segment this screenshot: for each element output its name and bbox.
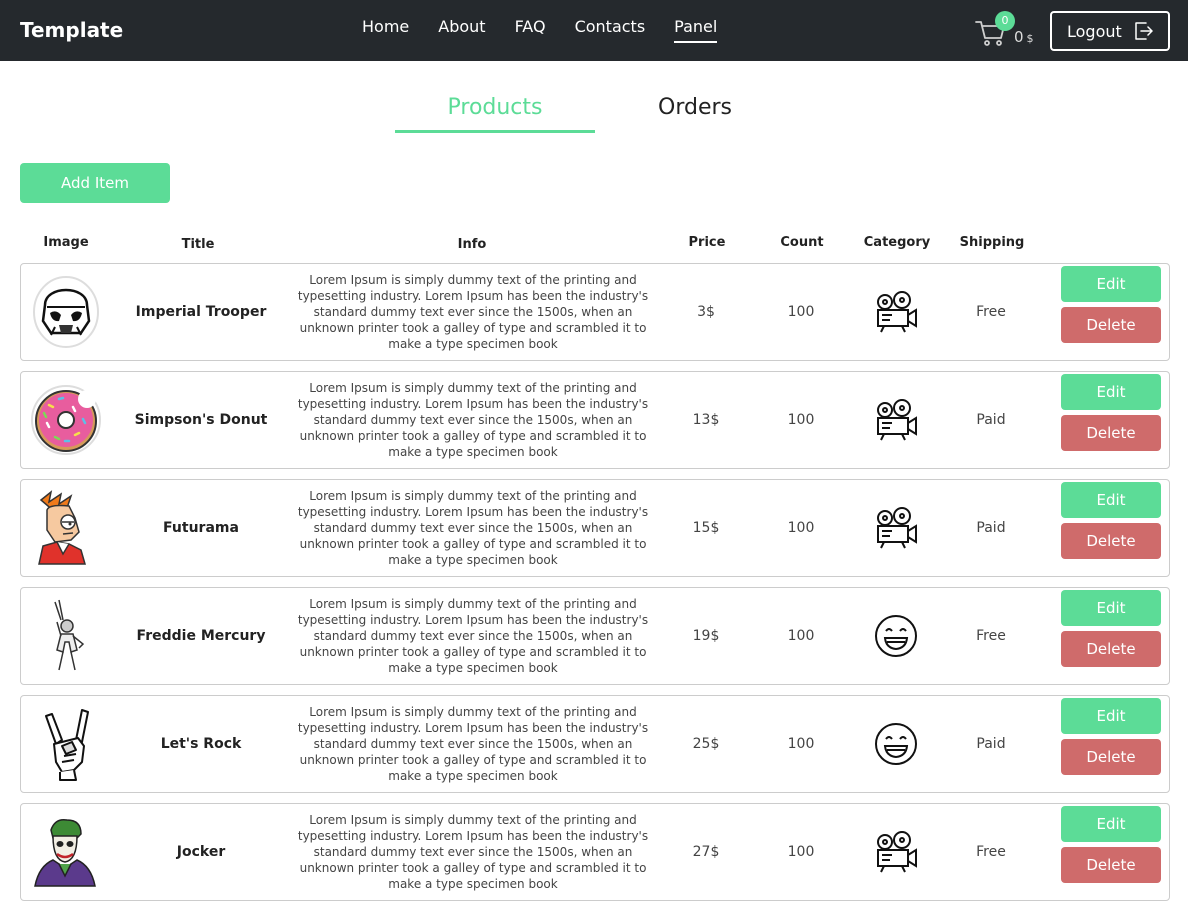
product-info: Lorem Ipsum is simply dummy text of the …: [297, 813, 649, 891]
product-count: 100: [787, 412, 815, 428]
product-image-cell: [25, 372, 107, 468]
delete-button[interactable]: Delete: [1061, 739, 1161, 775]
product-price: 19$: [692, 628, 720, 644]
column-price: Price: [688, 235, 726, 250]
product-image-cell: [25, 804, 107, 900]
product-count: 100: [787, 304, 815, 320]
product-row: Imperial Trooper Lorem Ipsum is simply d…: [20, 263, 1170, 361]
nav-faq[interactable]: FAQ: [515, 17, 546, 43]
product-shipping: Paid: [976, 736, 1006, 752]
product-info: Lorem Ipsum is simply dummy text of the …: [297, 705, 649, 783]
product-image-cell: [25, 696, 107, 792]
donut-sticker-icon: [31, 385, 101, 455]
category-cell: [861, 264, 931, 360]
projector-icon: [877, 291, 917, 333]
category-cell: [861, 696, 931, 792]
product-count: 100: [787, 520, 815, 536]
product-shipping: Free: [976, 628, 1006, 644]
product-title: Imperial Trooper: [135, 304, 267, 320]
product-image-cell: [25, 588, 107, 684]
column-image: Image: [43, 235, 89, 250]
logout-button[interactable]: Logout: [1050, 11, 1170, 51]
product-count: 100: [787, 736, 815, 752]
edit-button[interactable]: Edit: [1061, 266, 1161, 302]
product-info: Lorem Ipsum is simply dummy text of the …: [297, 381, 649, 459]
delete-button[interactable]: Delete: [1061, 631, 1161, 667]
cart-total: 0 $: [1014, 28, 1034, 46]
column-shipping: Shipping: [959, 235, 1025, 250]
product-title: Freddie Mercury: [136, 628, 266, 644]
nav-contacts[interactable]: Contacts: [575, 17, 646, 43]
projector-icon: [877, 399, 917, 441]
column-count: Count: [780, 235, 824, 250]
nav-home[interactable]: Home: [362, 17, 409, 43]
logout-label: Logout: [1067, 21, 1122, 41]
category-cell: [861, 480, 931, 576]
delete-button[interactable]: Delete: [1061, 307, 1161, 343]
nav-panel[interactable]: Panel: [674, 17, 718, 43]
product-price: 25$: [692, 736, 720, 752]
product-title: Futurama: [163, 520, 239, 536]
freddie-sticker-icon: [54, 599, 85, 671]
product-row: Freddie Mercury Lorem Ipsum is simply du…: [20, 587, 1170, 685]
tab-products[interactable]: Products: [395, 93, 595, 133]
edit-button[interactable]: Edit: [1061, 698, 1161, 734]
edit-button[interactable]: Edit: [1061, 374, 1161, 410]
rock-hand-sticker-icon: [45, 709, 89, 781]
edit-button[interactable]: Edit: [1061, 482, 1161, 518]
product-shipping: Free: [976, 844, 1006, 860]
fry-sticker-icon: [38, 490, 86, 565]
column-info: Info: [457, 237, 487, 252]
edit-button[interactable]: Edit: [1061, 590, 1161, 626]
product-price: 3$: [697, 304, 715, 320]
category-cell: [861, 588, 931, 684]
product-price: 15$: [692, 520, 720, 536]
product-info: Lorem Ipsum is simply dummy text of the …: [297, 489, 649, 567]
tab-orders[interactable]: Orders: [595, 93, 795, 133]
cart-total-value: 0: [1014, 28, 1024, 46]
product-row: Simpson's Donut Lorem Ipsum is simply du…: [20, 371, 1170, 469]
product-shipping: Free: [976, 304, 1006, 320]
column-title: Title: [181, 237, 215, 252]
product-title: Jocker: [176, 844, 226, 860]
delete-button[interactable]: Delete: [1061, 415, 1161, 451]
product-title: Let's Rock: [160, 736, 242, 752]
product-image-cell: [25, 264, 107, 360]
product-count: 100: [787, 844, 815, 860]
product-info: Lorem Ipsum is simply dummy text of the …: [297, 273, 649, 351]
product-row: Let's Rock Lorem Ipsum is simply dummy t…: [20, 695, 1170, 793]
product-row: Jocker Lorem Ipsum is simply dummy text …: [20, 803, 1170, 901]
edit-button[interactable]: Edit: [1061, 806, 1161, 842]
product-price: 27$: [692, 844, 720, 860]
column-category: Category: [863, 235, 931, 250]
add-item-button[interactable]: Add Item: [20, 163, 170, 203]
projector-icon: [877, 831, 917, 873]
product-shipping: Paid: [976, 412, 1006, 428]
projector-icon: [877, 507, 917, 549]
main-nav: Home About FAQ Contacts Panel: [362, 17, 746, 43]
product-info: Lorem Ipsum is simply dummy text of the …: [297, 597, 649, 675]
joker-sticker-icon: [34, 818, 96, 887]
brand-logo[interactable]: Template: [20, 18, 123, 42]
product-shipping: Paid: [976, 520, 1006, 536]
nav-about[interactable]: About: [438, 17, 485, 43]
product-count: 100: [787, 628, 815, 644]
product-price: 13$: [692, 412, 720, 428]
cart-count-badge: 0: [995, 11, 1015, 31]
stormtrooper-sticker-icon: [33, 276, 99, 348]
top-navbar: Template Home About FAQ Contacts Panel 0…: [0, 0, 1188, 61]
category-cell: [861, 372, 931, 468]
product-title: Simpson's Donut: [134, 412, 268, 428]
smiley-icon: [875, 723, 917, 765]
category-cell: [861, 804, 931, 900]
product-row: Futurama Lorem Ipsum is simply dummy tex…: [20, 479, 1170, 577]
smiley-icon: [875, 615, 917, 657]
delete-button[interactable]: Delete: [1061, 847, 1161, 883]
logout-icon: [1135, 22, 1153, 40]
cart-currency: $: [1026, 32, 1034, 45]
delete-button[interactable]: Delete: [1061, 523, 1161, 559]
product-image-cell: [25, 480, 107, 576]
